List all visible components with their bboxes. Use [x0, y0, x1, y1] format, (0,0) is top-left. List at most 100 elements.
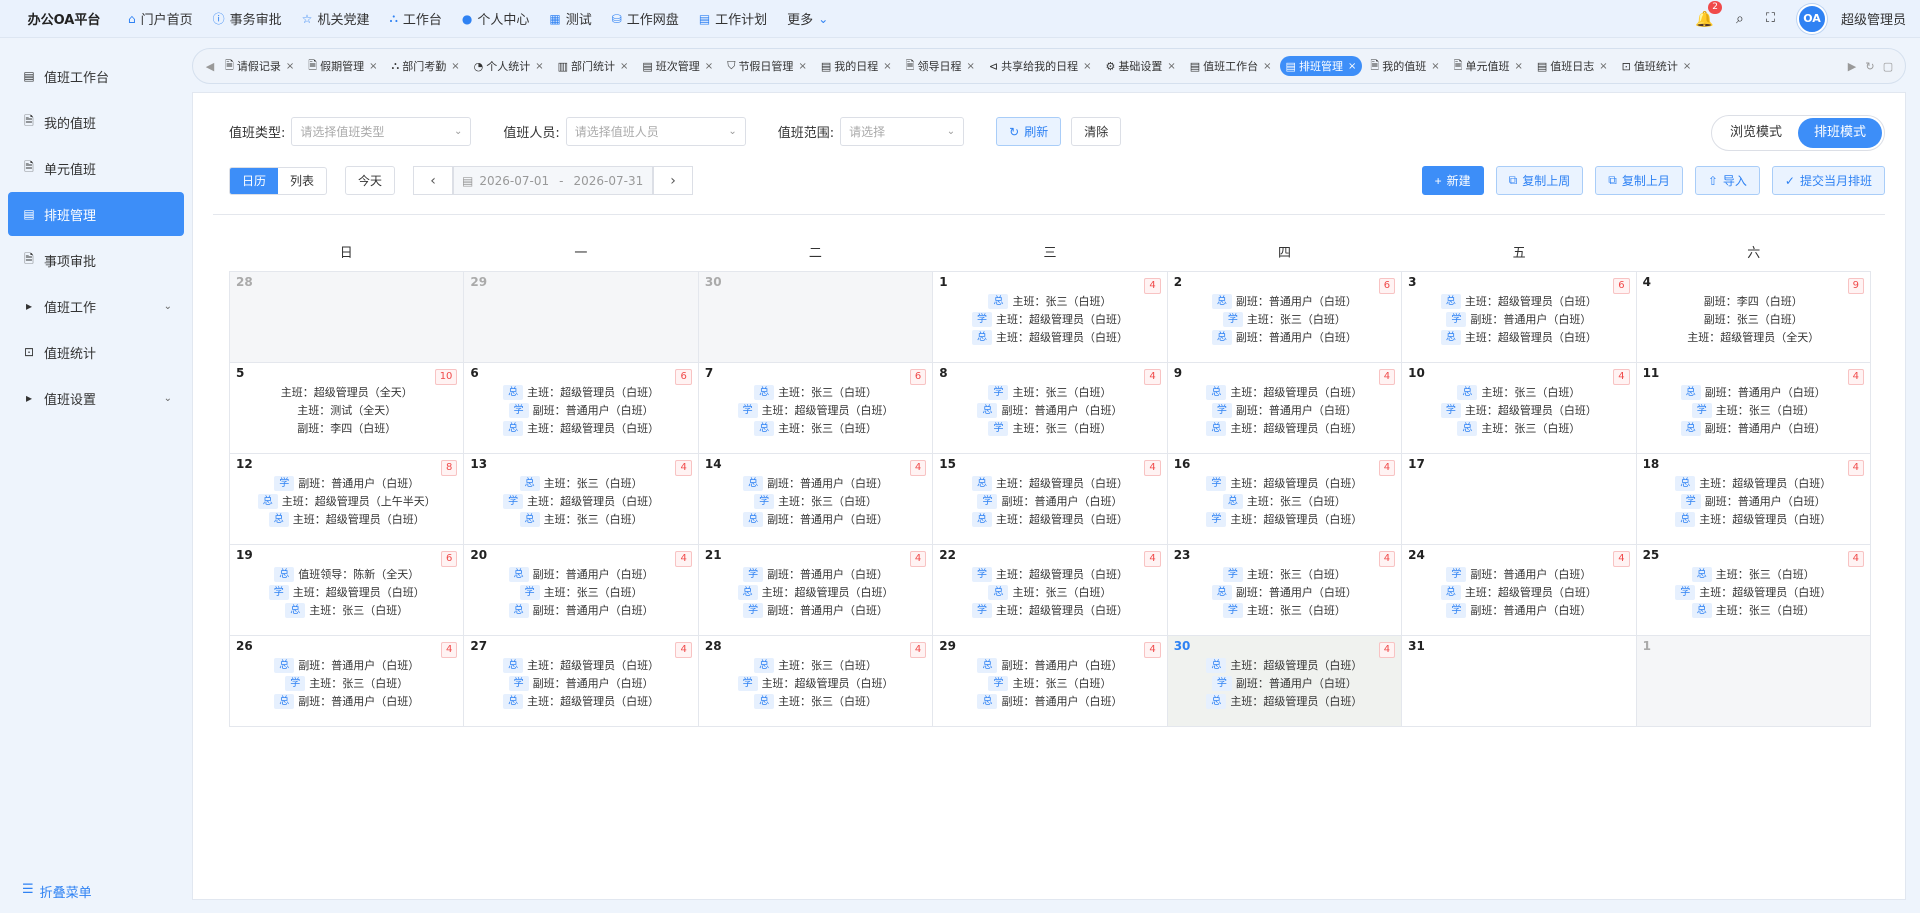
duty-event[interactable]: 总副班：普通用户（白班）	[1174, 583, 1395, 601]
close-icon[interactable]: ×	[1683, 61, 1691, 72]
clear-button[interactable]: 清除	[1071, 117, 1122, 146]
calendar-day-cell[interactable]: 11 4 总副班：普通用户（白班）学主班：张三（白班）总副班：普通用户（白班）	[1636, 363, 1871, 454]
duty-event[interactable]: 学副班：普通用户（白班）	[705, 601, 926, 619]
topnav-item[interactable]: 更多 ⌄	[787, 9, 828, 29]
tab-item[interactable]: ▤ 值班工作台 ×	[1184, 56, 1278, 76]
calendar-day-cell[interactable]: 3 6 总主班：超级管理员（白班）学副班：普通用户（白班）总主班：超级管理员（白班）	[1402, 272, 1637, 363]
duty-event[interactable]: 总主班：超级管理员（白班）	[470, 419, 691, 437]
tab-item[interactable]: ⊲ 共享给我的日程 ×	[983, 56, 1098, 76]
close-icon[interactable]: ×	[1167, 61, 1175, 72]
duty-event[interactable]: 学主班：超级管理员（白班）	[1174, 474, 1395, 492]
duty-event[interactable]: 总主班：超级管理员（白班）	[1174, 383, 1395, 401]
calendar-day-cell[interactable]: 8 4 学主班：张三（白班）总副班：普通用户（白班）学主班：张三（白班）	[933, 363, 1168, 454]
duty-event[interactable]: 总副班：普通用户（白班）	[470, 601, 691, 619]
calendar-day-cell[interactable]: 29 4 总副班：普通用户（白班）学主班：张三（白班）总副班：普通用户（白班）	[933, 636, 1168, 727]
list-view-button[interactable]: 列表	[278, 168, 326, 194]
calendar-day-cell[interactable]: 12 8 学副班：普通用户（白班）总主班：超级管理员（上午半天）总主班：超级管理员（…	[230, 454, 465, 545]
tab-item[interactable]: ▤ 班次管理 ×	[636, 56, 719, 76]
calendar-day-cell[interactable]: 16 4 学主班：超级管理员（白班）总主班：张三（白班）学主班：超级管理员（白班）	[1167, 454, 1403, 545]
duty-event[interactable]: 总副班：普通用户（白班）	[939, 692, 1160, 710]
sidebar-item[interactable]: ▸ 值班设置 ⌄	[8, 376, 184, 420]
duty-event[interactable]: 总主班：张三（白班）	[939, 583, 1160, 601]
calendar-day-cell[interactable]: 19 6 总值班领导：陈新（全天）学主班：超级管理员（白班）总主班：张三（白班）	[230, 545, 465, 636]
duty-event[interactable]: 总主班：超级管理员（白班）	[1408, 583, 1629, 601]
duty-event[interactable]: 总主班：超级管理员（白班）	[705, 583, 926, 601]
duty-event[interactable]: 学副班：普通用户（白班）	[1408, 601, 1629, 619]
duty-event[interactable]: 总主班：超级管理员（白班）	[470, 383, 691, 401]
sidebar-item[interactable]: 🗎 单元值班	[8, 146, 184, 190]
calendar-day-cell[interactable]: 31	[1402, 636, 1637, 727]
tab-item[interactable]: 🗎 我的值班 ×	[1364, 55, 1445, 78]
duty-event[interactable]: 总主班：张三（白班）	[705, 656, 926, 674]
close-icon[interactable]: ×	[1431, 61, 1439, 72]
next-month-button[interactable]: ›	[653, 166, 694, 195]
search-icon[interactable]: ⌕	[1736, 11, 1744, 27]
duty-event[interactable]: 学主班：超级管理员（白班）	[470, 492, 691, 510]
sidebar-item[interactable]: 🗎 我的值班	[8, 100, 184, 144]
duty-event[interactable]: 学主班：张三（白班）	[1174, 565, 1395, 583]
duty-event[interactable]: 总主班：超级管理员（白班）	[470, 656, 691, 674]
duty-event[interactable]: 总主班：超级管理员（白班）	[939, 510, 1160, 528]
duty-event[interactable]: 学主班：张三（白班）	[236, 674, 457, 692]
calendar-day-cell[interactable]: 4 9 副班：李四（白班） 副班：张三（白班） 主班：超级管理员（全天）	[1636, 272, 1871, 363]
copy-last-month-button[interactable]: ⧉ 复制上月	[1595, 166, 1683, 195]
duty-event[interactable]: 学副班：普通用户（白班）	[1643, 492, 1864, 510]
topnav-item[interactable]: ▦ 测试	[549, 9, 591, 29]
topnav-item[interactable]: ● 个人中心	[462, 9, 530, 29]
tab-item[interactable]: 🗎 请假记录 ×	[219, 55, 300, 78]
close-icon[interactable]: ×	[883, 61, 891, 72]
tabs-menu-icon[interactable]: ▢	[1879, 60, 1897, 73]
duty-event[interactable]: 总副班：普通用户（白班）	[470, 565, 691, 583]
tab-item[interactable]: ▤ 我的日程 ×	[815, 56, 898, 76]
calendar-day-cell[interactable]: 24 4 学副班：普通用户（白班）总主班：超级管理员（白班）学副班：普通用户（白班）	[1402, 545, 1637, 636]
close-icon[interactable]: ×	[369, 61, 377, 72]
tabs-scroll-left-icon[interactable]: ◀	[201, 60, 219, 73]
collapse-menu-button[interactable]: ☰ 折叠菜单	[22, 882, 92, 901]
tab-item[interactable]: ⊡ 值班统计 ×	[1616, 56, 1698, 76]
duty-event[interactable]: 学主班：张三（白班）	[939, 419, 1160, 437]
duty-event[interactable]: 总主班：超级管理员（白班）	[1643, 510, 1864, 528]
duty-event[interactable]: 学主班：超级管理员（白班）	[939, 565, 1160, 583]
duty-event[interactable]: 总主班：张三（白班）	[1174, 492, 1395, 510]
duty-event[interactable]: 学副班：普通用户（白班）	[470, 401, 691, 419]
username[interactable]: 超级管理员	[1841, 9, 1906, 28]
duty-event[interactable]: 总副班：普通用户（白班）	[236, 692, 457, 710]
duty-event[interactable]: 总主班：张三（白班）	[705, 419, 926, 437]
duty-event[interactable]: 总副班：普通用户（白班）	[1174, 292, 1395, 310]
duty-event[interactable]: 总副班：普通用户（白班）	[1643, 419, 1864, 437]
calendar-day-cell[interactable]: 15 4 总主班：超级管理员（白班）学副班：普通用户（白班）总主班：超级管理员（白班…	[933, 454, 1168, 545]
calendar-day-cell[interactable]: 5 10 主班：超级管理员（全天） 主班：测试（全天） 副班：李四（白班）	[230, 363, 465, 454]
duty-event[interactable]: 学主班：超级管理员（白班）	[236, 583, 457, 601]
duty-event[interactable]: 总主班：超级管理员（白班）	[939, 474, 1160, 492]
topnav-item[interactable]: ▤ 工作计划	[699, 9, 767, 29]
close-icon[interactable]: ×	[535, 61, 543, 72]
close-icon[interactable]: ×	[1599, 61, 1607, 72]
calendar-day-cell[interactable]: 18 4 总主班：超级管理员（白班）学副班：普通用户（白班）总主班：超级管理员（白班…	[1636, 454, 1871, 545]
duty-event[interactable]: 总主班：超级管理员（白班）	[470, 692, 691, 710]
duty-event[interactable]: 总值班领导：陈新（全天）	[236, 565, 457, 583]
duty-event[interactable]: 总主班：张三（白班）	[1408, 419, 1629, 437]
duty-event[interactable]: 学主班：张三（白班）	[705, 492, 926, 510]
duty-event[interactable]: 主班：超级管理员（全天）	[1643, 328, 1864, 346]
topnav-item[interactable]: ⓘ 事务审批	[213, 9, 282, 28]
duty-event[interactable]: 学主班：张三（白班）	[1643, 401, 1864, 419]
calendar-day-cell[interactable]: 1 4 总主班：张三（白班）学主班：超级管理员（白班）总主班：超级管理员（白班）	[933, 272, 1168, 363]
calendar-day-cell[interactable]: 26 4 总副班：普通用户（白班）学主班：张三（白班）总副班：普通用户（白班）	[230, 636, 465, 727]
calendar-day-cell[interactable]: 17	[1402, 454, 1637, 545]
tab-item[interactable]: ⛬ 部门考勤 ×	[386, 56, 466, 76]
date-range-input[interactable]: ▤ 2026-07-01-2026-07-31	[453, 166, 654, 195]
topnav-item[interactable]: ⛬ 工作台	[389, 9, 441, 28]
import-button[interactable]: ⇧ 导入	[1694, 166, 1760, 195]
duty-event[interactable]: 总主班：张三（白班）	[236, 601, 457, 619]
duty-event[interactable]: 副班：张三（白班）	[1643, 310, 1864, 328]
duty-event[interactable]: 学主班：超级管理员（白班）	[705, 674, 926, 692]
duty-event[interactable]: 总副班：普通用户（白班）	[939, 401, 1160, 419]
calendar-day-cell[interactable]: 21 4 学副班：普通用户（白班）总主班：超级管理员（白班）学副班：普通用户（白班）	[698, 545, 934, 636]
today-button[interactable]: 今天	[345, 166, 396, 195]
calendar-day-cell[interactable]: 13 4 总主班：张三（白班）学主班：超级管理员（白班）总主班：张三（白班）	[464, 454, 699, 545]
duty-event[interactable]: 总主班：张三（白班）	[939, 292, 1160, 310]
calendar-day-cell[interactable]: 22 4 学主班：超级管理员（白班）总主班：张三（白班）学主班：超级管理员（白班）	[933, 545, 1168, 636]
calendar-day-cell[interactable]: 23 4 学主班：张三（白班）总副班：普通用户（白班）学主班：张三（白班）	[1167, 545, 1403, 636]
duty-event[interactable]: 总主班：超级管理员（白班）	[1174, 419, 1395, 437]
sidebar-item[interactable]: ▤ 排班管理	[8, 192, 184, 236]
